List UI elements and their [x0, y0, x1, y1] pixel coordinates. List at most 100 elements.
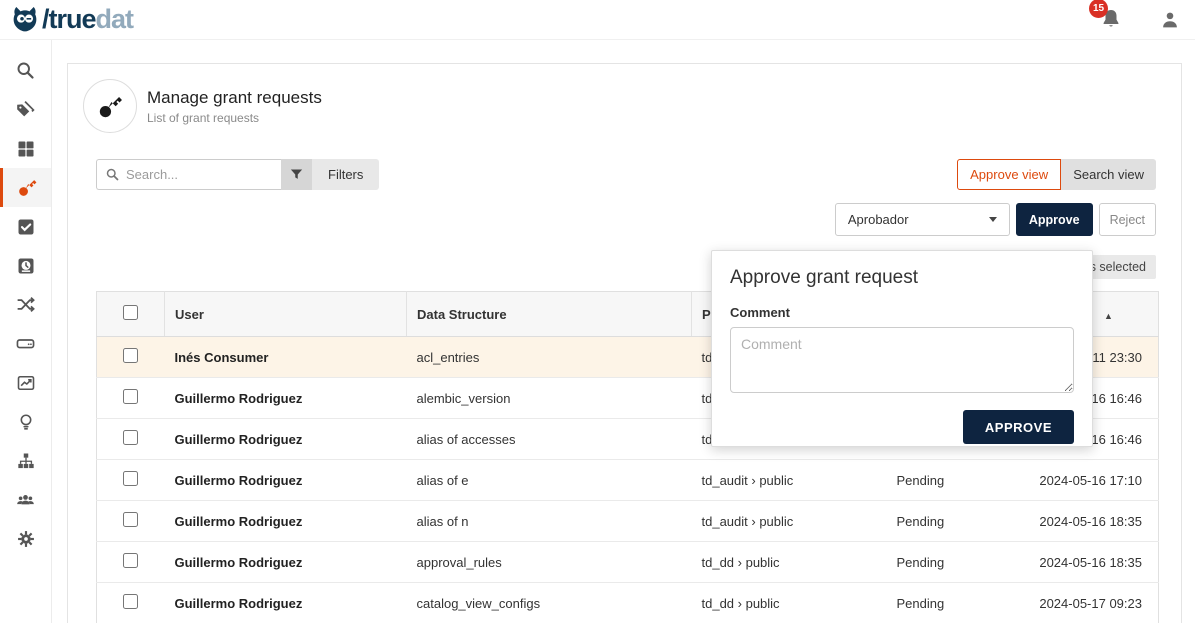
- search-input[interactable]: [126, 167, 266, 182]
- cell-user: Guillermo Rodriguez: [165, 419, 407, 460]
- search-icon: [105, 167, 120, 182]
- drive-icon: [15, 333, 36, 354]
- sidebar-item-dashboard[interactable]: [0, 129, 51, 168]
- cell-date: 2024-05-16 17:10: [1017, 460, 1159, 501]
- search-view-button[interactable]: Search view: [1061, 159, 1156, 190]
- cell-user: Inés Consumer: [165, 337, 407, 378]
- sidebar-item-executions[interactable]: [0, 246, 51, 285]
- page-subtitle: List of grant requests: [147, 111, 322, 125]
- truedat-logo[interactable]: /truedat: [0, 5, 133, 34]
- notification-count-badge: 15: [1089, 0, 1108, 18]
- logo-wordmark: /truedat: [42, 6, 133, 33]
- search-field: [96, 159, 281, 190]
- column-header-user[interactable]: User: [165, 292, 407, 337]
- sidebar-item-tasks[interactable]: [0, 207, 51, 246]
- cell-user: Guillermo Rodriguez: [165, 501, 407, 542]
- cell-data-structure: alias of e: [407, 460, 692, 501]
- modal-title: Approve grant request: [730, 267, 1074, 289]
- cell-path: td_audit › public: [692, 460, 887, 501]
- tags-icon: [15, 99, 36, 120]
- sidebar-item-taxonomy[interactable]: [0, 441, 51, 480]
- reject-button[interactable]: Reject: [1099, 203, 1156, 236]
- cell-date: 2024-05-16 18:35: [1017, 501, 1159, 542]
- timer-box-icon: [16, 256, 36, 276]
- approve-view-button[interactable]: Approve view: [957, 159, 1061, 190]
- app-root: /truedat 15: [0, 0, 1195, 623]
- cell-data-structure: approval_rules: [407, 542, 692, 583]
- sidebar-item-settings[interactable]: [0, 519, 51, 558]
- sidebar-item-profiles[interactable]: [0, 363, 51, 402]
- top-header: /truedat 15: [0, 0, 1195, 40]
- row-checkbox[interactable]: [123, 389, 138, 404]
- sidebar-item-tags[interactable]: [0, 90, 51, 129]
- cell-status: Pending: [887, 460, 1017, 501]
- lightbulb-icon: [16, 412, 36, 432]
- page-key-badge: [83, 79, 137, 133]
- sort-ascending-icon: ▲: [1104, 311, 1113, 321]
- cell-data-structure: acl_entries: [407, 337, 692, 378]
- key-icon: [97, 93, 124, 120]
- modal-approve-button[interactable]: APPROVE: [963, 410, 1074, 444]
- filters-button[interactable]: Filters: [312, 159, 379, 190]
- gear-icon: [16, 529, 36, 549]
- filter-funnel-button[interactable]: [281, 159, 312, 190]
- sidebar-item-sources[interactable]: [0, 324, 51, 363]
- table-row[interactable]: Guillermo Rodriguez alias of n td_audit …: [97, 501, 1159, 542]
- select-all-checkbox[interactable]: [123, 305, 138, 320]
- row-checkbox[interactable]: [123, 594, 138, 609]
- cell-data-structure: catalog_view_configs: [407, 583, 692, 623]
- toolbar: Filters Approve view Search view: [96, 159, 1156, 190]
- cell-user: Guillermo Rodriguez: [165, 460, 407, 501]
- approve-grant-request-modal: Approve grant request Comment APPROVE: [711, 250, 1093, 447]
- approver-dropdown[interactable]: Aprobador: [835, 203, 1010, 236]
- cell-user: Guillermo Rodriguez: [165, 542, 407, 583]
- table-row[interactable]: Guillermo Rodriguez approval_rules td_dd…: [97, 542, 1159, 583]
- cell-user: Guillermo Rodriguez: [165, 378, 407, 419]
- page-header: Manage grant requests List of grant requ…: [83, 79, 322, 133]
- bulk-actions-row: Aprobador Approve Reject: [835, 203, 1156, 236]
- cell-data-structure: alembic_version: [407, 378, 692, 419]
- sidebar-nav: [0, 40, 52, 623]
- sidebar-item-users[interactable]: [0, 480, 51, 519]
- shuffle-icon: [15, 294, 36, 315]
- cell-status: Pending: [887, 583, 1017, 623]
- sidebar-item-lineage[interactable]: [0, 285, 51, 324]
- funnel-icon: [289, 167, 304, 182]
- sitemap-icon: [16, 451, 36, 471]
- approve-button[interactable]: Approve: [1016, 203, 1093, 236]
- cell-date: 2024-05-16 18:35: [1017, 542, 1159, 583]
- check-square-icon: [16, 217, 36, 237]
- table-row[interactable]: Guillermo Rodriguez alias of e td_audit …: [97, 460, 1159, 501]
- row-checkbox[interactable]: [123, 553, 138, 568]
- row-checkbox[interactable]: [123, 471, 138, 486]
- table-row[interactable]: Guillermo Rodriguez catalog_view_configs…: [97, 583, 1159, 623]
- cell-path: td_dd › public: [692, 583, 887, 623]
- comment-textarea[interactable]: [730, 327, 1074, 393]
- key-icon: [17, 177, 38, 198]
- cell-status: Pending: [887, 501, 1017, 542]
- cell-date: 2024-05-17 09:23: [1017, 583, 1159, 623]
- select-all-checkbox-cell: [97, 292, 165, 337]
- cell-data-structure: alias of n: [407, 501, 692, 542]
- notifications-button[interactable]: 15: [1099, 7, 1125, 33]
- row-checkbox[interactable]: [123, 430, 138, 445]
- grid-icon: [16, 139, 36, 159]
- user-group-icon: [15, 489, 36, 510]
- column-header-data-structure[interactable]: Data Structure: [407, 292, 692, 337]
- search-icon: [15, 60, 36, 81]
- cell-data-structure: alias of accesses: [407, 419, 692, 460]
- user-menu-button[interactable]: [1159, 9, 1181, 31]
- owl-icon: [10, 5, 40, 34]
- page-title: Manage grant requests: [147, 88, 322, 108]
- chevron-down-icon: [989, 217, 997, 222]
- sidebar-item-suggestions[interactable]: [0, 402, 51, 441]
- row-checkbox[interactable]: [123, 348, 138, 363]
- sidebar-item-search[interactable]: [0, 51, 51, 90]
- row-checkbox[interactable]: [123, 512, 138, 527]
- cell-path: td_audit › public: [692, 501, 887, 542]
- comment-label: Comment: [730, 305, 1074, 320]
- chart-up-icon: [16, 373, 36, 393]
- sidebar-item-permissions[interactable]: [0, 168, 51, 207]
- approver-dropdown-value: Aprobador: [848, 212, 909, 227]
- cell-user: Guillermo Rodriguez: [165, 583, 407, 623]
